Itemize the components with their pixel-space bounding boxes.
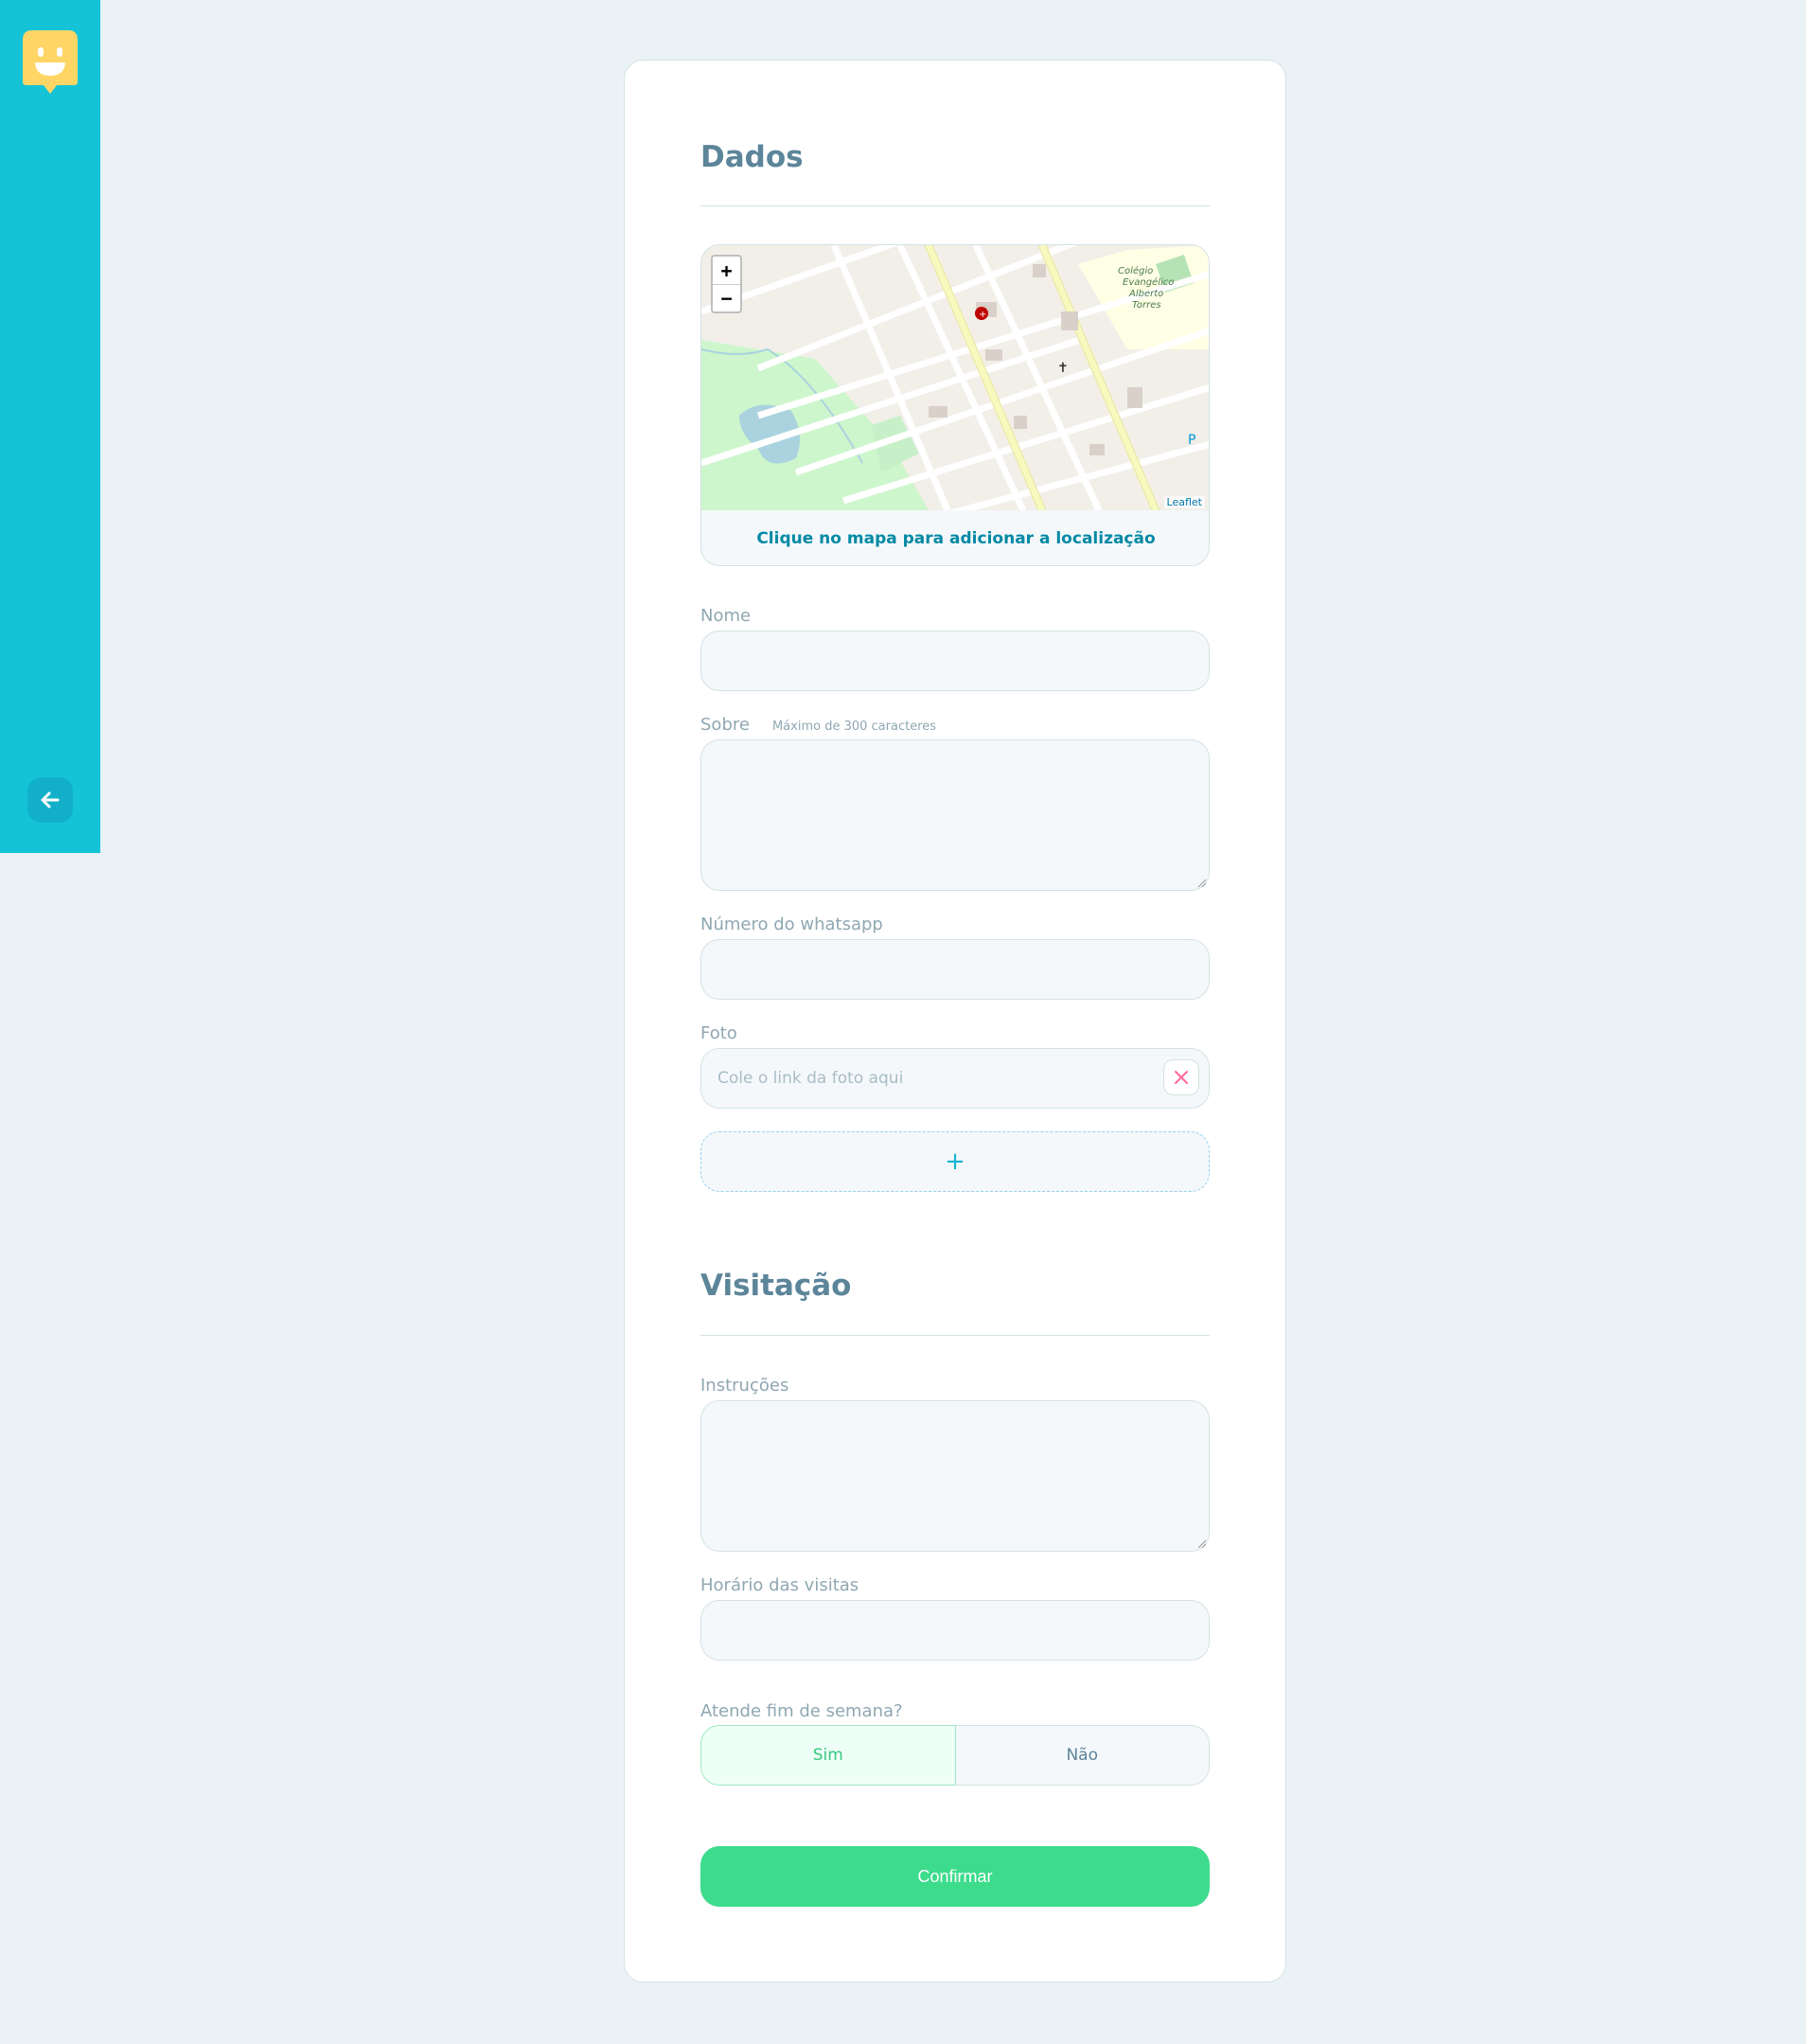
zoom-control: + −: [711, 255, 742, 313]
sobre-textarea[interactable]: [700, 739, 1210, 891]
remove-photo-button[interactable]: [1163, 1059, 1199, 1095]
resize-grip-icon[interactable]: [1196, 878, 1206, 887]
map[interactable]: + ✝ P Colégio Evangélico Alberto Torres …: [701, 245, 1209, 510]
sobre-hint: Máximo de 300 caracteres: [771, 720, 937, 734]
svg-text:P: P: [1188, 433, 1195, 448]
weekend-label: Atende fim de semana?: [700, 1701, 903, 1721]
horario-input[interactable]: [700, 1600, 1210, 1661]
svg-text:Alberto: Alberto: [1128, 289, 1163, 299]
section-title-visitacao: Visitação: [700, 1269, 852, 1303]
nome-input[interactable]: [700, 631, 1210, 691]
whatsapp-label: Número do whatsapp: [700, 915, 883, 934]
create-orphanage-form: Dados + ✝ P Colégio Evangélico Alberto T…: [624, 60, 1286, 1982]
svg-text:Colégio: Colégio: [1118, 265, 1153, 276]
confirm-button[interactable]: Confirmar: [700, 1846, 1210, 1907]
svg-text:+: +: [979, 310, 986, 320]
map-caption: Clique no mapa para adicionar a localiza…: [756, 529, 1156, 548]
weekend-yes-button[interactable]: Sim: [700, 1725, 956, 1786]
sidebar: [0, 0, 100, 853]
sobre-label-text: Sobre: [700, 715, 750, 735]
instrucoes-textarea[interactable]: [700, 1400, 1210, 1552]
foto-placeholder: Cole o link da foto aqui: [717, 1069, 904, 1088]
svg-text:✝: ✝: [1057, 361, 1069, 376]
whatsapp-input[interactable]: [700, 939, 1210, 1000]
foto-label: Foto: [700, 1023, 737, 1043]
leaflet-attribution[interactable]: Leaflet: [1163, 496, 1205, 508]
smiley-pin-icon[interactable]: [23, 30, 78, 95]
resize-grip-icon[interactable]: [1196, 1538, 1206, 1548]
back-button[interactable]: [27, 777, 73, 823]
svg-text:Evangélico: Evangélico: [1123, 276, 1174, 288]
divider: [700, 205, 1210, 206]
nome-label: Nome: [700, 606, 752, 626]
svg-text:Torres: Torres: [1132, 300, 1161, 311]
weekend-no-button[interactable]: Não: [955, 1725, 1210, 1786]
zoom-out-button[interactable]: −: [713, 284, 740, 311]
arrow-left-icon: [41, 791, 60, 809]
close-icon: [1175, 1071, 1188, 1084]
sobre-label: Sobre Máximo de 300 caracteres: [700, 715, 936, 735]
divider: [700, 1335, 1210, 1336]
add-photo-button[interactable]: +: [700, 1131, 1210, 1192]
foto-input[interactable]: Cole o link da foto aqui: [700, 1048, 1210, 1109]
weekend-toggle: Sim Não: [700, 1725, 1210, 1786]
section-title-dados: Dados: [700, 140, 804, 174]
instrucoes-label: Instruções: [700, 1376, 789, 1395]
map-container[interactable]: + ✝ P Colégio Evangélico Alberto Torres …: [700, 244, 1210, 566]
horario-label: Horário das visitas: [700, 1575, 859, 1595]
zoom-in-button[interactable]: +: [713, 257, 740, 284]
